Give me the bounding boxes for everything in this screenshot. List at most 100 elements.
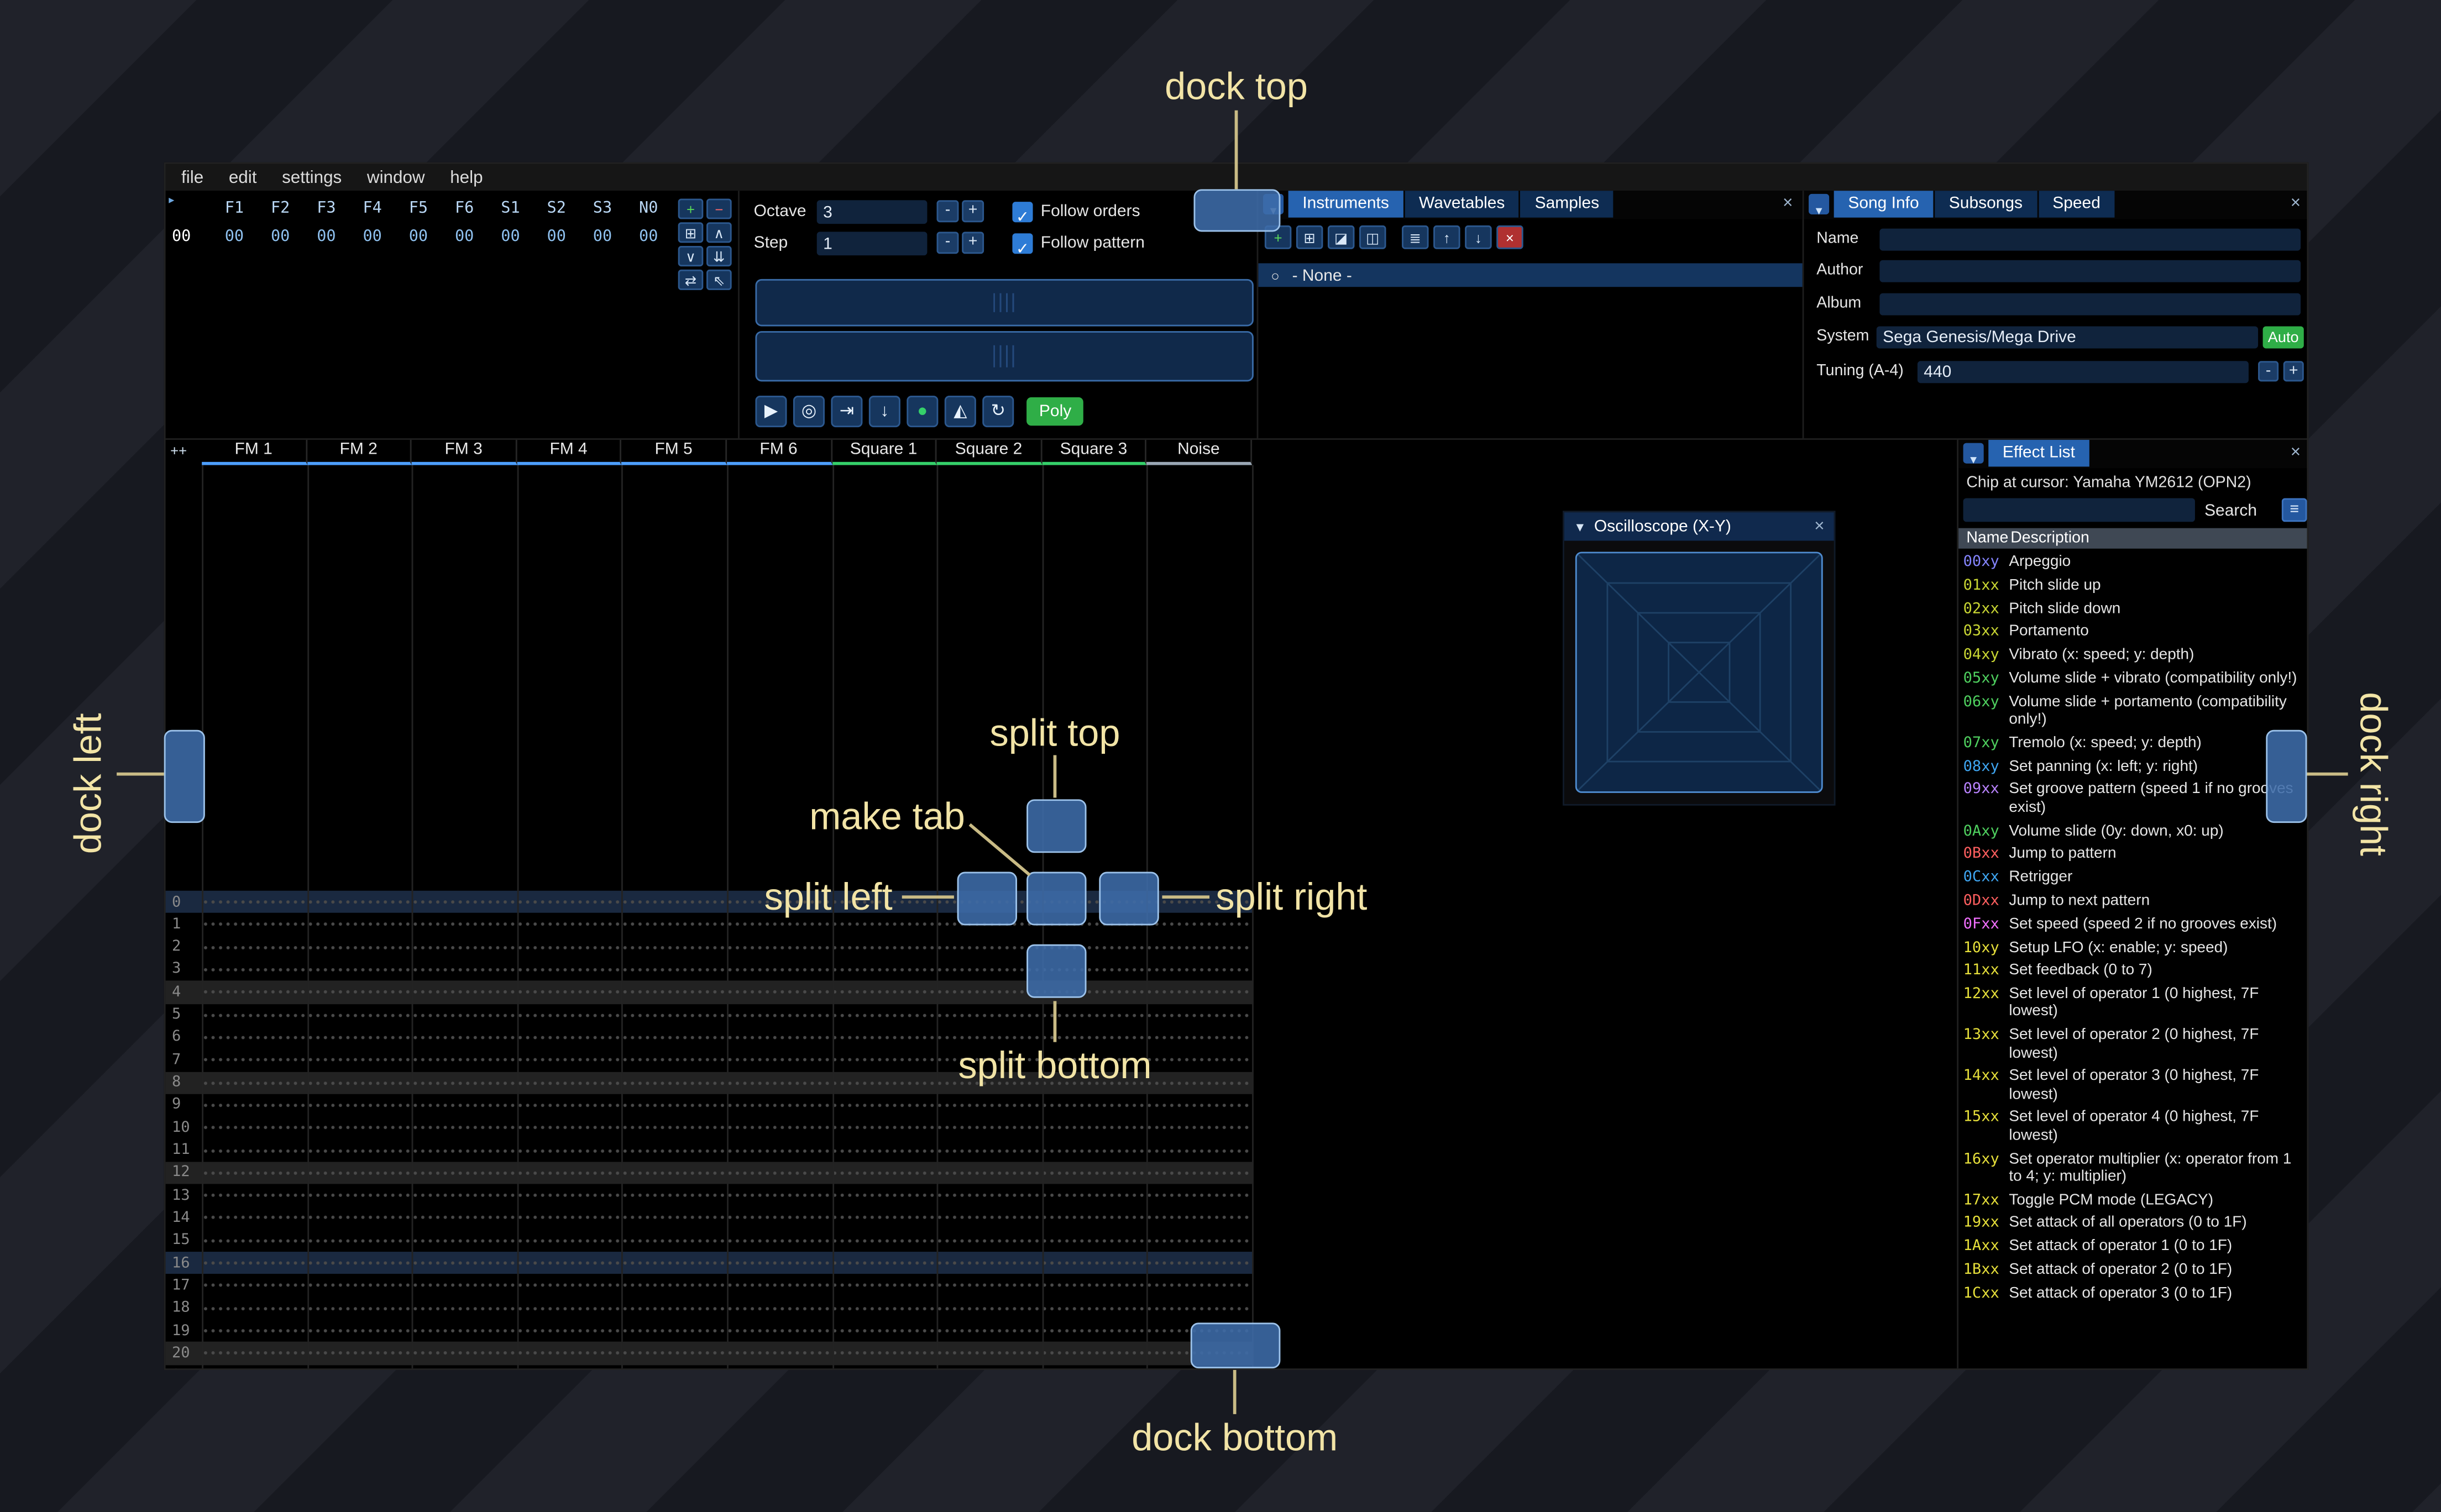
order-cell[interactable]: 00 xyxy=(442,229,488,246)
song-author-input[interactable] xyxy=(1879,260,2301,282)
pattern-row[interactable]: 0 xyxy=(165,890,1253,914)
poly-toggle-button[interactable]: Poly xyxy=(1026,397,1085,426)
order-cell[interactable]: 00 xyxy=(395,229,441,246)
system-input[interactable] xyxy=(1876,326,2259,349)
duplicate-instrument-button[interactable]: ⊞ xyxy=(1296,225,1323,249)
pattern-row[interactable]: 12 xyxy=(165,1161,1253,1184)
channel-header-fm-2[interactable]: FM 2 xyxy=(307,439,412,465)
follow-pattern-checkbox[interactable]: ✓ xyxy=(1012,233,1033,259)
pattern-row[interactable]: 19 xyxy=(166,1319,1253,1342)
effect-list-menu-button[interactable]: ≡ xyxy=(2281,498,2307,522)
pattern-row[interactable]: 2 xyxy=(166,936,1253,959)
tab-subsongs[interactable]: Subsongs xyxy=(1935,191,2037,218)
tuning-input[interactable] xyxy=(1917,361,2249,384)
pattern-row[interactable]: 10 xyxy=(166,1116,1253,1140)
piano-keyboard-lower[interactable] xyxy=(755,331,1254,382)
step-decrease-button[interactable]: - xyxy=(936,232,959,254)
pattern-row[interactable]: 21 xyxy=(166,1364,1253,1369)
collapse-button[interactable]: ▼ xyxy=(1963,443,1984,466)
delete-instrument-button[interactable]: × xyxy=(1496,225,1523,249)
menu-item-window[interactable]: window xyxy=(367,168,425,187)
edit-record-button[interactable]: ● xyxy=(907,396,939,428)
duplicate-order-to-end-button[interactable]: ⇊ xyxy=(706,246,732,267)
channel-header-fm-5[interactable]: FM 5 xyxy=(622,439,727,465)
move-order-up-button[interactable]: ∧ xyxy=(706,222,732,243)
tuning-increase-button[interactable]: + xyxy=(2283,361,2304,382)
step-increase-button[interactable]: + xyxy=(962,232,984,254)
split-top-target[interactable] xyxy=(1026,799,1087,853)
menu-item-help[interactable]: help xyxy=(450,168,483,187)
split-bottom-target[interactable] xyxy=(1026,944,1087,998)
song-info-close-button[interactable]: × xyxy=(2291,191,2301,217)
effect-list-close-button[interactable]: × xyxy=(2291,440,2301,466)
pattern-row[interactable]: 11 xyxy=(166,1139,1253,1162)
collapse-button[interactable]: ▼ xyxy=(1809,193,1830,218)
pattern-row[interactable]: 17 xyxy=(166,1274,1253,1298)
pattern-row[interactable]: 5 xyxy=(166,1004,1253,1026)
tab-samples[interactable]: Samples xyxy=(1520,191,1614,218)
oscilloscope-title-bar[interactable]: ▼ Oscilloscope (X-Y) × xyxy=(1564,512,1834,541)
step-input[interactable] xyxy=(816,232,928,256)
pattern-row[interactable]: 20 xyxy=(165,1342,1253,1365)
order-cell[interactable]: 00 xyxy=(626,229,672,246)
pattern-row[interactable]: 3 xyxy=(166,958,1253,981)
menu-item-file[interactable]: file xyxy=(181,168,203,187)
play-from-cursor-button[interactable]: ⇥ xyxy=(831,396,863,428)
play-pattern-button[interactable]: ◎ xyxy=(793,396,825,428)
channel-header-fm-1[interactable]: FM 1 xyxy=(202,439,307,465)
move-instrument-up-button[interactable]: ↑ xyxy=(1433,225,1460,249)
tab-speed[interactable]: Speed xyxy=(2038,191,2115,218)
add-order-button[interactable]: + xyxy=(678,198,704,219)
triangle-down-icon[interactable]: ▼ xyxy=(1574,519,1586,534)
instruments-close-button[interactable]: × xyxy=(1783,191,1793,217)
duplicate-order-button[interactable]: ⊞ xyxy=(678,222,704,243)
system-auto-button[interactable]: Auto xyxy=(2262,326,2304,349)
dock-right-target[interactable] xyxy=(2266,729,2307,823)
tab-effect-list[interactable]: Effect List xyxy=(1988,439,2089,467)
channel-header-fm-6[interactable]: FM 6 xyxy=(727,439,832,465)
effect-search-input[interactable] xyxy=(1963,498,2195,522)
tuning-decrease-button[interactable]: - xyxy=(2258,361,2279,382)
remove-order-button[interactable]: − xyxy=(706,198,732,219)
channel-header-square-2[interactable]: Square 2 xyxy=(936,439,1042,465)
order-row-index[interactable]: 00 xyxy=(172,229,191,246)
pattern-row[interactable]: 14 xyxy=(166,1206,1253,1230)
pattern-row[interactable]: 1 xyxy=(166,913,1253,936)
follow-orders-checkbox[interactable]: ✓ xyxy=(1012,202,1033,227)
order-change-mode-button[interactable]: ⇄ xyxy=(678,269,704,290)
channel-header-square-3[interactable]: Square 3 xyxy=(1041,439,1147,465)
pattern-row[interactable]: 13 xyxy=(166,1184,1253,1207)
octave-decrease-button[interactable]: - xyxy=(936,200,959,223)
tab-instruments[interactable]: Instruments xyxy=(1288,191,1403,218)
save-instrument-button[interactable]: ◫ xyxy=(1359,225,1386,249)
pattern-expand-toggle[interactable]: ++ xyxy=(166,440,202,465)
instrument-list-selected-item[interactable]: ○ - None - xyxy=(1258,263,1803,287)
pattern-row[interactable]: 4 xyxy=(165,981,1253,1004)
pattern-row[interactable]: 9 xyxy=(166,1094,1253,1117)
pattern-row[interactable]: 15 xyxy=(166,1229,1253,1252)
repeat-pattern-button[interactable]: ↻ xyxy=(982,396,1014,428)
order-cell[interactable]: 00 xyxy=(533,229,579,246)
order-cell[interactable]: 00 xyxy=(579,229,625,246)
channel-header-fm-3[interactable]: FM 3 xyxy=(412,439,517,465)
instrument-folders-button[interactable]: ≣ xyxy=(1402,225,1429,249)
step-one-row-button[interactable]: ↓ xyxy=(868,396,900,428)
order-cell[interactable]: 00 xyxy=(488,229,533,246)
dock-left-target[interactable] xyxy=(164,729,205,823)
channel-header-noise[interactable]: Noise xyxy=(1146,439,1252,465)
move-order-down-button[interactable]: ∨ xyxy=(678,246,704,267)
song-name-input[interactable] xyxy=(1879,228,2301,251)
play-button[interactable]: ▶ xyxy=(755,396,787,428)
oscilloscope-close-button[interactable]: × xyxy=(1814,517,1824,536)
order-cell[interactable]: 00 xyxy=(258,229,303,246)
split-left-target[interactable] xyxy=(957,872,1017,926)
make-tab-target[interactable] xyxy=(1026,872,1087,926)
order-cell[interactable]: 00 xyxy=(349,229,395,246)
dock-top-target[interactable] xyxy=(1193,189,1281,232)
song-album-input[interactable] xyxy=(1879,293,2301,316)
dock-bottom-target[interactable] xyxy=(1190,1322,1281,1369)
octave-input[interactable] xyxy=(816,200,928,224)
move-instrument-down-button[interactable]: ↓ xyxy=(1465,225,1492,249)
order-cell[interactable]: 00 xyxy=(303,229,349,246)
channel-header-fm-4[interactable]: FM 4 xyxy=(517,439,622,465)
